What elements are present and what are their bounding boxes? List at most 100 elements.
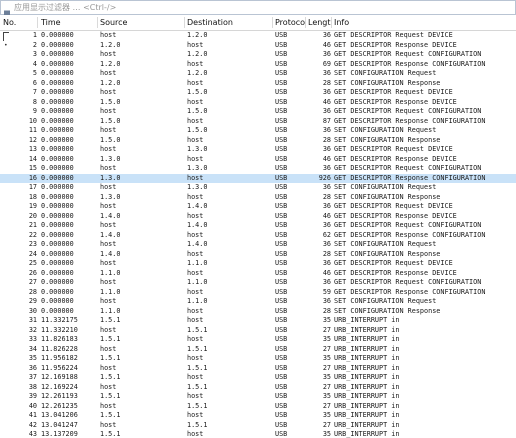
- column-header-length[interactable]: Lengt: [308, 15, 331, 30]
- packet-row[interactable]: 12 0.000000 1.5.0 host USB 28 SET CONFIGURATIO…: [0, 136, 516, 145]
- packet-time: 0.000000: [41, 249, 74, 258]
- packet-row[interactable]: 34 11.826228 host 1.5.1 USB 27 URB_INTERRUPT i…: [0, 345, 516, 354]
- packet-info: GET DESCRIPTOR Request DEVICE: [334, 202, 453, 210]
- packet-row[interactable]: 27 0.000000 host 1.1.0 USB 36 GET DESCRIPTOR R…: [0, 278, 516, 287]
- packet-protocol: USB: [275, 240, 288, 248]
- packet-row[interactable]: 29 0.000000 host 1.1.0 USB 36 SET CONFIGURATIO…: [0, 297, 516, 306]
- packet-length: 35: [322, 411, 331, 419]
- packet-row[interactable]: 3 0.000000 host 1.2.0 USB 36 GET DESCRIPTOR Re…: [0, 50, 516, 59]
- packet-row[interactable]: 30 0.000000 1.1.0 host USB 28 SET CONFIGURATIO…: [0, 307, 516, 316]
- packet-length: 36: [322, 240, 331, 248]
- packet-source: host: [100, 107, 117, 115]
- packet-time: 0.000000: [41, 268, 74, 277]
- column-separator[interactable]: [331, 17, 332, 28]
- packet-info: SET CONFIGURATION Response: [334, 306, 441, 315]
- column-header-no[interactable]: No.: [3, 15, 37, 30]
- column-header-source[interactable]: Source: [100, 15, 184, 30]
- packet-source: 1.5.1: [100, 335, 121, 343]
- packet-row[interactable]: 10 0.000000 1.5.0 host USB 87 GET DESCRIPTOR R…: [0, 117, 516, 126]
- packet-row[interactable]: 9 0.000000 host 1.5.0 USB 36 GET DESCRIPTOR Re…: [0, 107, 516, 116]
- packet-protocol: USB: [275, 411, 288, 419]
- packet-row[interactable]: 37 12.169188 1.5.1 host USB 35 URB_INTERRUPT i…: [0, 373, 516, 382]
- column-separator[interactable]: [97, 17, 98, 28]
- column-separator[interactable]: [272, 17, 273, 28]
- packet-row[interactable]: 8 0.000000 1.5.0 host USB 46 GET DESCRIPTOR Re…: [0, 98, 516, 107]
- packet-source: host: [100, 420, 117, 429]
- packet-row[interactable]: 5 0.000000 host 1.2.0 USB 36 SET CONFIGURATION…: [0, 69, 516, 78]
- packet-time: 0.000000: [41, 287, 74, 296]
- packet-protocol: USB: [275, 373, 288, 381]
- packet-row[interactable]: 22 0.000000 1.4.0 host USB 62 GET DESCRIPTOR R…: [0, 231, 516, 240]
- packet-row[interactable]: 31 11.332175 1.5.1 host USB 35 URB_INTERRUPT i…: [0, 316, 516, 325]
- packet-row[interactable]: 43 13.137209 1.5.1 host USB 35 URB_INTERRUPT i…: [0, 430, 516, 438]
- packet-number: 23: [28, 240, 37, 248]
- packet-row[interactable]: 11 0.000000 host 1.5.0 USB 36 SET CONFIGURATIO…: [0, 126, 516, 135]
- packet-row[interactable]: 28 0.000000 1.1.0 host USB 59 GET DESCRIPTOR R…: [0, 288, 516, 297]
- packet-info: GET DESCRIPTOR Response CONFIGURATION: [334, 173, 486, 182]
- packet-protocol: USB: [275, 306, 288, 315]
- packet-row[interactable]: 20 0.000000 1.4.0 host USB 46 GET DESCRIPTOR R…: [0, 212, 516, 221]
- packet-source: host: [100, 145, 117, 153]
- packet-destination: 1.5.1: [187, 420, 208, 429]
- packet-row[interactable]: 4 0.000000 1.2.0 host USB 69 GET DESCRIPTOR Re…: [0, 60, 516, 69]
- packet-time: 0.000000: [41, 240, 74, 248]
- packet-protocol: USB: [275, 420, 288, 429]
- packet-row[interactable]: 25 0.000000 host 1.1.0 USB 36 GET DESCRIPTOR R…: [0, 259, 516, 268]
- packet-row[interactable]: 13 0.000000 host 1.3.0 USB 36 GET DESCRIPTOR R…: [0, 145, 516, 154]
- packet-row[interactable]: 17 0.000000 host 1.3.0 USB 36 SET CONFIGURATIO…: [0, 183, 516, 192]
- column-header-destination[interactable]: Destination: [187, 15, 272, 30]
- packet-row[interactable]: 24 0.000000 1.4.0 host USB 28 SET CONFIGURATIO…: [0, 250, 516, 259]
- packet-destination: host: [187, 135, 204, 144]
- packet-row[interactable]: 1 0.000000 host 1.2.0 USB 36 GET DESCRIPTOR Re…: [0, 31, 516, 40]
- column-separator[interactable]: [305, 17, 306, 28]
- packet-source: 1.3.0: [100, 173, 121, 182]
- packet-row[interactable]: 19 0.000000 host 1.4.0 USB 36 GET DESCRIPTOR R…: [0, 202, 516, 211]
- packet-length: 35: [322, 316, 331, 324]
- packet-row[interactable]: 35 11.956182 1.5.1 host USB 35 URB_INTERRUPT i…: [0, 354, 516, 363]
- packet-info: SET CONFIGURATION Response: [334, 192, 441, 201]
- packet-time: 0.000000: [41, 154, 74, 163]
- filter-bookmark-icon[interactable]: [3, 3, 11, 18]
- packet-list[interactable]: 1 0.000000 host 1.2.0 USB 36 GET DESCRIPTOR Re…: [0, 31, 516, 438]
- packet-row[interactable]: 6 0.000000 1.2.0 host USB 28 SET CONFIGURATION…: [0, 79, 516, 88]
- packet-row[interactable]: 21 0.000000 host 1.4.0 USB 36 GET DESCRIPTOR R…: [0, 221, 516, 230]
- packet-length: 926: [318, 173, 331, 182]
- packet-number: 14: [28, 154, 37, 163]
- column-separator[interactable]: [184, 17, 185, 28]
- packet-time: 0.000000: [41, 230, 74, 239]
- packet-row[interactable]: 33 11.826183 1.5.1 host USB 35 URB_INTERRUPT i…: [0, 335, 516, 344]
- packet-row[interactable]: 39 12.261193 1.5.1 host USB 35 URB_INTERRUPT i…: [0, 392, 516, 401]
- packet-row[interactable]: 42 13.041247 host 1.5.1 USB 27 URB_INTERRUPT i…: [0, 421, 516, 430]
- packet-row[interactable]: 40 12.261235 host 1.5.1 USB 27 URB_INTERRUPT i…: [0, 402, 516, 411]
- packet-source: 1.5.0: [100, 97, 121, 106]
- packet-row[interactable]: 38 12.169224 host 1.5.1 USB 27 URB_INTERRUPT i…: [0, 383, 516, 392]
- packet-time: 0.000000: [41, 31, 74, 39]
- packet-source: 1.5.1: [100, 392, 121, 400]
- packet-info: GET DESCRIPTOR Response DEVICE: [334, 211, 457, 220]
- column-header-protocol[interactable]: Protoco: [275, 15, 305, 30]
- packet-protocol: USB: [275, 278, 288, 286]
- column-separator[interactable]: [37, 17, 38, 28]
- packet-row[interactable]: 7 0.000000 host 1.5.0 USB 36 GET DESCRIPTOR Re…: [0, 88, 516, 97]
- packet-time: 0.000000: [41, 211, 74, 220]
- packet-row[interactable]: 26 0.000000 1.1.0 host USB 46 GET DESCRIPTOR R…: [0, 269, 516, 278]
- packet-destination: 1.5.0: [187, 126, 208, 134]
- packet-number: 26: [28, 268, 37, 277]
- packet-row[interactable]: 23 0.000000 host 1.4.0 USB 36 SET CONFIGURATIO…: [0, 240, 516, 249]
- packet-source: 1.5.1: [100, 373, 121, 381]
- display-filter-input[interactable]: 应用显示过滤器 … <Ctrl-/>: [0, 0, 516, 18]
- packet-row[interactable]: 32 11.332210 host 1.5.1 USB 27 URB_INTERRUPT i…: [0, 326, 516, 335]
- column-header-info[interactable]: Info: [334, 15, 394, 30]
- packet-destination: 1.1.0: [187, 297, 208, 305]
- packet-info: URB_INTERRUPT in: [334, 392, 400, 400]
- column-header-time[interactable]: Time: [41, 15, 96, 30]
- packet-row[interactable]: 36 11.956224 host 1.5.1 USB 27 URB_INTERRUPT i…: [0, 364, 516, 373]
- packet-length: 46: [322, 154, 331, 163]
- packet-row[interactable]: 41 13.041206 1.5.1 host USB 35 URB_INTERRUPT i…: [0, 411, 516, 420]
- packet-row[interactable]: 16 0.000000 1.3.0 host USB 926 GET DESCRIPTOR …: [0, 173, 516, 183]
- packet-row[interactable]: 2 0.000000 1.2.0 host USB 46 GET DESCRIPTOR Re…: [0, 41, 516, 50]
- packet-row[interactable]: 14 0.000000 1.3.0 host USB 46 GET DESCRIPTOR R…: [0, 155, 516, 164]
- packet-row[interactable]: 18 0.000000 1.3.0 host USB 28 SET CONFIGURATIO…: [0, 193, 516, 202]
- packet-protocol: USB: [275, 107, 288, 115]
- packet-row[interactable]: 15 0.000000 host 1.3.0 USB 36 GET DESCRIPTOR R…: [0, 164, 516, 173]
